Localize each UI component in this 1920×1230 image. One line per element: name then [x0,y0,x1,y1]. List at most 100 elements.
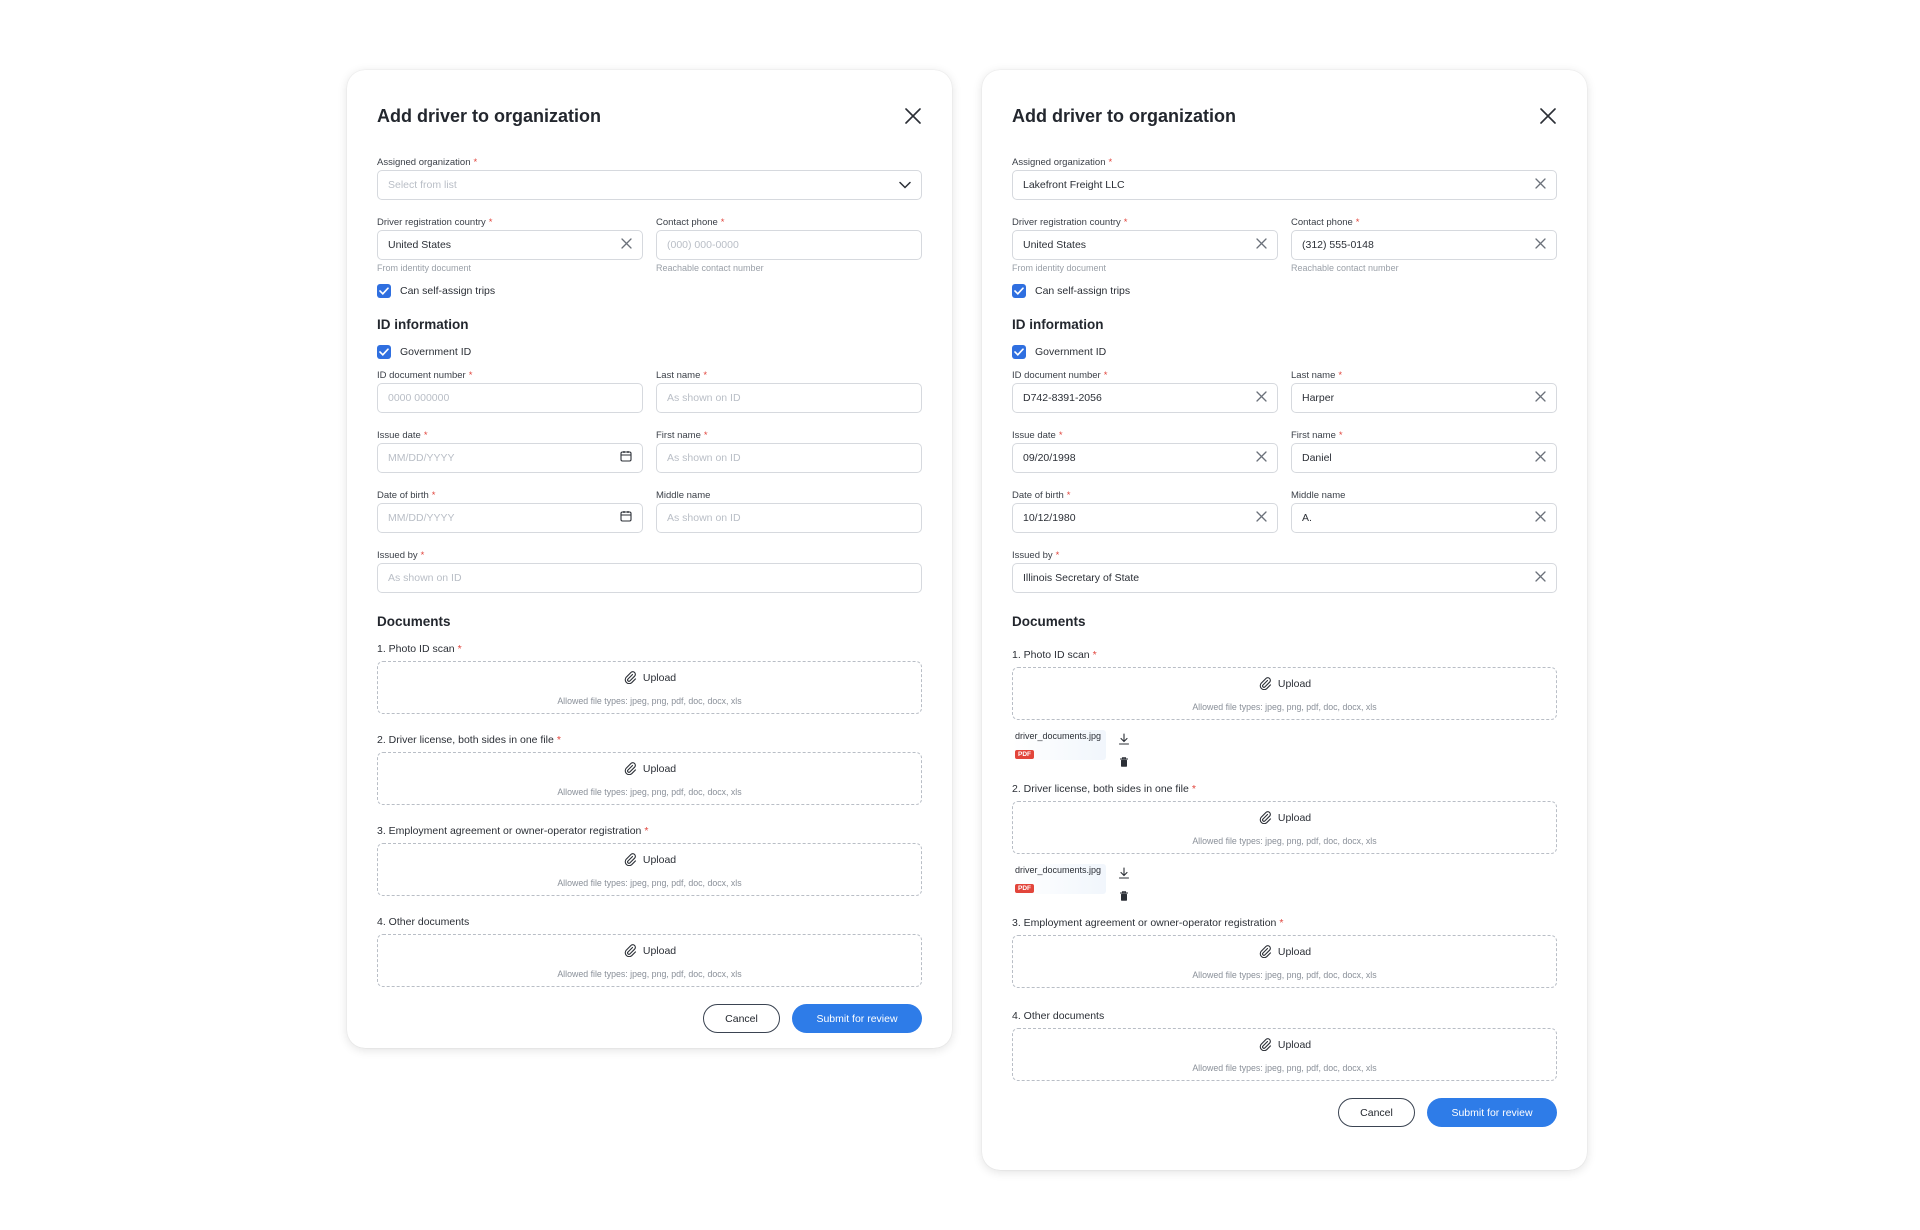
id-number-input[interactable]: 0000 000000 [377,383,643,413]
upload-dropzone[interactable]: Upload Allowed file types: jpeg, png, pd… [377,661,922,714]
upload-dropzone[interactable]: Upload Allowed file types: jpeg, png, pd… [377,752,922,805]
self-assign-checkbox[interactable] [377,284,391,298]
cancel-button[interactable]: Cancel [703,1004,780,1033]
clear-icon[interactable] [1535,389,1546,407]
contact-phone-field: Contact phone * (312) 555-0148 Reachable … [1291,216,1557,274]
allowed-file-types: Allowed file types: jpeg, png, pdf, doc,… [557,786,742,797]
file-chip[interactable]: driver_documents.jpg PDF [1012,864,1106,894]
download-icon[interactable] [1118,866,1130,884]
id-number-placeholder: 0000 000000 [388,392,450,404]
last-name-field: Last name * Harper [1291,369,1557,413]
close-icon[interactable] [902,105,924,127]
contact-phone-field: Contact phone * (000) 000-0000 Reachable … [656,216,922,274]
id-number-input[interactable]: D742-8391-2056 [1012,383,1278,413]
first-name-input[interactable]: As shown on ID [656,443,922,473]
issue-date-label: Issue date [1012,430,1056,441]
document-item: 1. Photo ID scan * Upload Allowed file ty… [377,641,922,714]
clear-icon[interactable] [1535,176,1546,194]
chevron-down-icon [899,176,911,194]
clear-icon[interactable] [1535,236,1546,254]
assigned-organization-value: Lakefront Freight LLC [1023,179,1125,191]
last-name-label: Last name [1291,370,1336,381]
documents-title: Documents [377,614,451,629]
clear-icon[interactable] [1256,449,1267,467]
issue-date-value: 09/20/1998 [1023,452,1076,464]
contact-phone-input[interactable]: (312) 555-0148 [1291,230,1557,260]
date-of-birth-placeholder: MM/DD/YYYY [388,512,455,524]
last-name-placeholder: As shown on ID [667,392,741,404]
registration-country-input[interactable]: United States [1012,230,1278,260]
issued-by-placeholder: As shown on ID [388,572,462,584]
government-id-checkbox-row[interactable]: Government ID [1012,343,1557,361]
registration-country-input[interactable]: United States [377,230,643,260]
date-of-birth-field: Date of birth * MM/DD/YYYY [377,489,643,533]
allowed-file-types: Allowed file types: jpeg, png, pdf, doc,… [1192,969,1377,980]
government-id-checkbox[interactable] [377,345,391,359]
clear-icon[interactable] [1535,449,1546,467]
submit-for-review-button[interactable]: Submit for review [792,1004,922,1033]
allowed-file-types: Allowed file types: jpeg, png, pdf, doc,… [1192,1062,1377,1073]
issue-date-placeholder: MM/DD/YYYY [388,452,455,464]
issued-by-field: Issued by * Illinois Secretary of State [1012,549,1557,593]
assigned-organization-select[interactable]: Lakefront Freight LLC [1012,170,1557,200]
document-label: 1. Photo ID scan [1012,649,1090,661]
assigned-organization-select[interactable]: Select from list [377,170,922,200]
middle-name-field: Middle name A. [1291,489,1557,533]
contact-phone-input[interactable]: (000) 000-0000 [656,230,922,260]
issued-by-label: Issued by [1012,550,1053,561]
allowed-file-types: Allowed file types: jpeg, png, pdf, doc,… [557,695,742,706]
upload-dropzone[interactable]: Upload Allowed file types: jpeg, png, pd… [377,843,922,896]
clear-icon[interactable] [1256,509,1267,527]
file-chip[interactable]: driver_documents.jpg PDF [1012,730,1106,760]
date-of-birth-input[interactable]: 10/12/1980 [1012,503,1278,533]
clear-icon[interactable] [1535,569,1546,587]
id-number-field: ID document number * D742-8391-2056 [1012,369,1278,413]
self-assign-checkbox-row[interactable]: Can self-assign trips [1012,282,1557,300]
issued-by-input[interactable]: Illinois Secretary of State [1012,563,1557,593]
assigned-organization-field: Assigned organization * Lakefront Freight… [1012,156,1557,200]
last-name-input[interactable]: As shown on ID [656,383,922,413]
download-icon[interactable] [1118,732,1130,750]
upload-label: Upload [1277,678,1312,690]
trash-icon[interactable] [1118,755,1130,773]
middle-name-label: Middle name [656,490,711,501]
calendar-icon[interactable] [620,449,632,467]
clear-icon[interactable] [1256,236,1267,254]
trash-icon[interactable] [1118,889,1130,907]
government-id-checkbox[interactable] [1012,345,1026,359]
clear-icon[interactable] [1256,389,1267,407]
first-name-label: First name [656,430,701,441]
self-assign-checkbox[interactable] [1012,284,1026,298]
issue-date-field: Issue date * MM/DD/YYYY [377,429,643,473]
calendar-icon[interactable] [620,509,632,527]
last-name-input[interactable]: Harper [1291,383,1557,413]
issued-by-input[interactable]: As shown on ID [377,563,922,593]
paperclip-icon [623,761,637,778]
upload-dropzone[interactable]: Upload Allowed file types: jpeg, png, pd… [1012,667,1557,720]
upload-dropzone[interactable]: Upload Allowed file types: jpeg, png, pd… [377,934,922,987]
clear-icon[interactable] [1535,509,1546,527]
date-of-birth-input[interactable]: MM/DD/YYYY [377,503,643,533]
issue-date-input[interactable]: MM/DD/YYYY [377,443,643,473]
upload-label: Upload [1277,946,1312,958]
cancel-button[interactable]: Cancel [1338,1098,1415,1127]
government-id-checkbox-row[interactable]: Government ID [377,343,922,361]
registration-country-label: Driver registration country [1012,217,1121,228]
first-name-value: Daniel [1302,452,1332,464]
middle-name-input[interactable]: A. [1291,503,1557,533]
close-icon[interactable] [1537,105,1559,127]
upload-label: Upload [642,672,677,684]
submit-for-review-button[interactable]: Submit for review [1427,1098,1557,1127]
first-name-field: First name * As shown on ID [656,429,922,473]
upload-dropzone[interactable]: Upload Allowed file types: jpeg, png, pd… [1012,801,1557,854]
contact-phone-hint: Reachable contact number [1291,263,1399,273]
middle-name-input[interactable]: As shown on ID [656,503,922,533]
self-assign-checkbox-row[interactable]: Can self-assign trips [377,282,922,300]
clear-icon[interactable] [621,236,632,254]
first-name-input[interactable]: Daniel [1291,443,1557,473]
pdf-badge: PDF [1015,750,1034,759]
upload-dropzone[interactable]: Upload Allowed file types: jpeg, png, pd… [1012,935,1557,988]
issue-date-input[interactable]: 09/20/1998 [1012,443,1278,473]
document-label: 2. Driver license, both sides in one fil… [1012,783,1189,795]
upload-dropzone[interactable]: Upload Allowed file types: jpeg, png, pd… [1012,1028,1557,1081]
